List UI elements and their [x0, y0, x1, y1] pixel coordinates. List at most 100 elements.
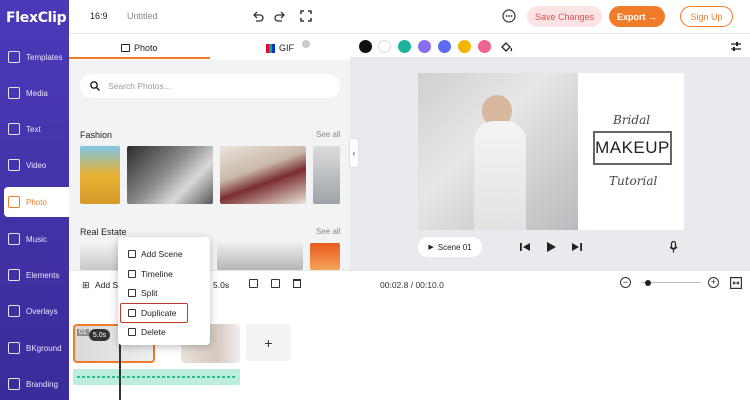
sidebar-item-media[interactable]: Media — [4, 78, 69, 108]
tab-gif[interactable]: GIF — [266, 38, 310, 58]
sidebar-item-label: Music — [26, 234, 47, 244]
active-tab-indicator — [69, 57, 210, 59]
timeline-icon — [128, 269, 136, 278]
swatch-black[interactable] — [359, 40, 372, 53]
sidebar-item-label: Photo — [26, 197, 47, 207]
sidebar-item-photo[interactable]: Photo — [4, 187, 69, 217]
sidebar-item-overlays[interactable]: Overlays — [4, 296, 69, 326]
swatch-blue[interactable] — [438, 40, 451, 53]
sidebar-item-branding[interactable]: Branding — [4, 369, 69, 399]
info-icon[interactable] — [302, 40, 310, 48]
split-icon — [128, 288, 136, 297]
undo-icon[interactable] — [252, 10, 264, 22]
real-estate-photo-4[interactable] — [310, 243, 340, 270]
sidebar-item-music[interactable]: Music — [4, 224, 69, 254]
sidebar-item-label: BKground — [26, 343, 62, 353]
duplicate-highlight — [120, 303, 188, 323]
see-all-real-estate[interactable]: See all — [316, 227, 340, 236]
photo-figure-dress — [474, 121, 526, 230]
search-placeholder: Search Photos... — [108, 81, 171, 91]
search-input[interactable]: Search Photos... — [80, 74, 340, 98]
sidebar-item-label: Text — [26, 124, 41, 134]
swatch-purple[interactable] — [418, 40, 431, 53]
search-icon — [90, 81, 100, 91]
sign-up-button[interactable]: Sign Up — [680, 6, 733, 27]
color-toolbar — [350, 34, 750, 58]
sidebar-item-label: Media — [26, 88, 48, 98]
audio-track[interactable] — [73, 369, 240, 385]
text-icon — [8, 123, 20, 135]
music-icon — [8, 233, 20, 245]
fashion-photo-1[interactable] — [80, 146, 120, 204]
section-title-real-estate: Real Estate — [80, 227, 127, 237]
next-icon[interactable] — [572, 242, 582, 252]
elements-icon — [8, 269, 20, 281]
save-changes-button[interactable]: Save Changes — [527, 6, 602, 27]
tab-label: GIF — [279, 43, 294, 53]
top-bar: 16:9 Untitled Save Changes Export → Sign… — [69, 0, 750, 34]
playhead-time: 00:02.8 / 00:10.0 — [380, 280, 444, 290]
scene-selector[interactable]: ▶ Scene 01 — [418, 237, 482, 257]
split-screen-icon[interactable] — [249, 279, 258, 288]
sidebar-item-background[interactable]: BKground — [4, 333, 69, 363]
sidebar-item-label: Video — [26, 160, 47, 170]
adjust-icon[interactable] — [730, 41, 742, 52]
gif-tab-icon — [266, 43, 275, 53]
real-estate-photo-3[interactable] — [217, 243, 303, 270]
zoom-slider-handle[interactable] — [645, 280, 651, 286]
chat-icon[interactable] — [502, 9, 516, 23]
app-logo: FlexClip — [6, 10, 67, 26]
menu-item-timeline[interactable]: Timeline — [118, 264, 210, 283]
overlays-icon — [8, 305, 20, 317]
aspect-ratio[interactable]: 16:9 — [90, 11, 108, 21]
sidebar-item-label: Elements — [26, 270, 60, 280]
menu-item-label: Delete — [141, 326, 166, 337]
fullscreen-icon[interactable] — [300, 10, 312, 22]
trash-icon[interactable] — [293, 279, 301, 288]
paint-bucket-icon[interactable] — [500, 40, 513, 53]
swatch-teal[interactable] — [398, 40, 411, 53]
fashion-photo-3[interactable] — [220, 146, 306, 204]
see-all-fashion[interactable]: See all — [316, 130, 340, 139]
sidebar-item-text[interactable]: Text — [4, 114, 69, 144]
photo-tab-icon — [121, 44, 130, 52]
zoom-in-icon[interactable]: + — [708, 277, 719, 288]
fit-timeline-icon[interactable] — [730, 277, 742, 289]
sidebar-item-templates[interactable]: Templates — [4, 42, 69, 72]
add-scene-plus-icon[interactable]: ⊞ — [82, 280, 90, 291]
play-icon[interactable] — [546, 241, 557, 253]
zoom-out-icon[interactable]: − — [620, 277, 631, 288]
swatch-white[interactable] — [378, 40, 391, 53]
previous-icon[interactable] — [520, 242, 530, 252]
sidebar-item-video[interactable]: Video — [4, 150, 69, 180]
duration-value[interactable]: 5.0s — [213, 280, 229, 290]
context-menu: Add Scene Timeline Split Duplicate Delet… — [118, 237, 210, 345]
swatch-pink[interactable] — [478, 40, 491, 53]
export-button[interactable]: Export → — [609, 6, 665, 27]
clip-index: 01 — [77, 329, 89, 336]
video-icon — [8, 159, 20, 171]
microphone-icon[interactable] — [669, 241, 678, 253]
redo-icon[interactable] — [274, 10, 286, 22]
tutorial-text[interactable]: Tutorial — [609, 174, 657, 188]
project-title[interactable]: Untitled — [127, 11, 158, 21]
fashion-photo-4[interactable] — [313, 146, 340, 204]
tab-photo[interactable]: Photo — [121, 38, 158, 58]
bridal-text[interactable]: Bridal — [613, 113, 650, 127]
swatch-yellow[interactable] — [458, 40, 471, 53]
collapse-panel-button[interactable]: ‹ — [349, 138, 359, 168]
branding-icon — [8, 378, 20, 390]
audio-waveform — [77, 376, 236, 378]
duplicate-small-icon[interactable] — [271, 279, 280, 288]
video-preview[interactable]: Bridal MAKEUP Tutorial — [418, 73, 684, 230]
menu-item-add-scene[interactable]: Add Scene — [118, 244, 210, 263]
menu-item-split[interactable]: Split — [118, 283, 210, 302]
fashion-photo-2[interactable] — [127, 146, 213, 204]
scene-label: Scene 01 — [437, 242, 472, 252]
sidebar-item-elements[interactable]: Elements — [4, 260, 69, 290]
add-clip-button[interactable]: + — [246, 324, 291, 361]
makeup-text-box[interactable]: MAKEUP — [593, 131, 672, 165]
menu-item-delete[interactable]: Delete — [118, 322, 210, 341]
menu-item-label: Timeline — [141, 268, 173, 279]
sidebar-item-label: Overlays — [26, 306, 58, 316]
